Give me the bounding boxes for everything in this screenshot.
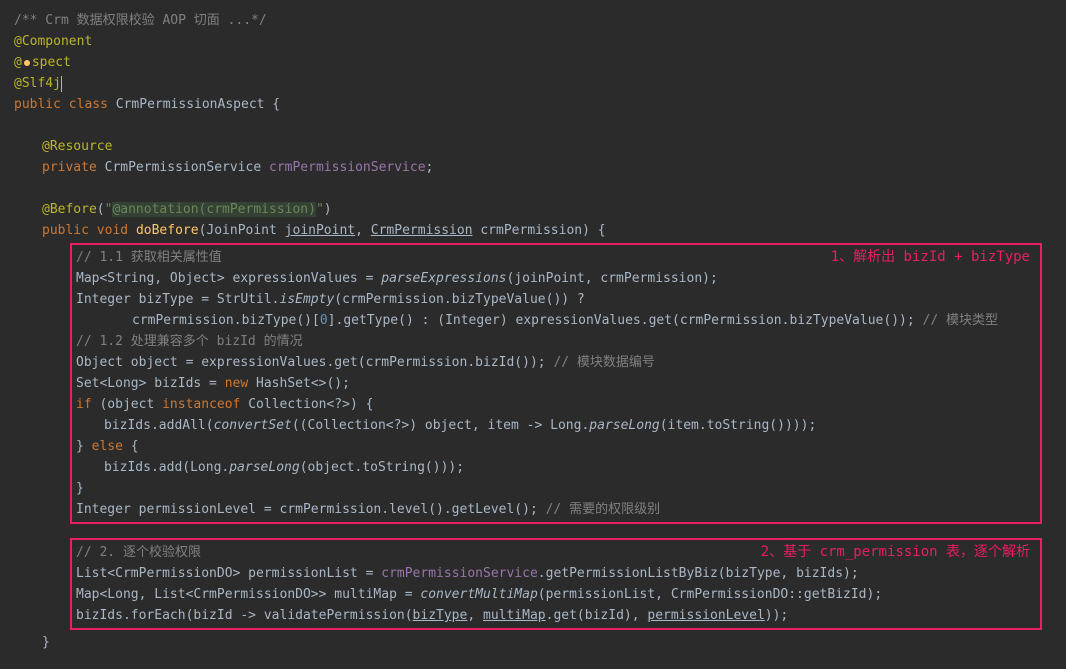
code-line: Set<Long> bizIds = new HashSet<>();: [76, 373, 1036, 394]
annotation-before: @Before("@annotation(crmPermission)"): [14, 199, 1052, 220]
annotation-slf4j: @Slf4j: [14, 73, 1052, 94]
code-line: Object object = expressionValues.get(crm…: [76, 352, 1036, 373]
annotation-box-1: 1、解析出 bizId + bizType // 1.1 获取相关属性值 Map…: [70, 243, 1042, 524]
code-line: crmPermission.bizType()[0].getType() : (…: [76, 310, 1036, 331]
comment-line: // 1.2 处理兼容多个 bizId 的情况: [76, 331, 1036, 352]
close-brace: }: [14, 632, 1052, 653]
doc-comment: /** Crm 数据权限校验 AOP 切面 ...*/: [14, 10, 1052, 31]
field-declaration: private CrmPermissionService crmPermissi…: [14, 157, 1052, 178]
caret-marker: [24, 60, 30, 66]
code-line: }: [76, 478, 1036, 499]
annotation-resource: @Resource: [14, 136, 1052, 157]
code-line: bizIds.forEach(bizId -> validatePermissi…: [76, 605, 1036, 626]
code-editor[interactable]: /** Crm 数据权限校验 AOP 切面 ...*/ @Component @…: [0, 0, 1066, 663]
annotation-box-2: 2、基于 crm_permission 表，逐个解析 // 2. 逐个校验权限 …: [70, 538, 1042, 630]
code-line: Integer bizType = StrUtil.isEmpty(crmPer…: [76, 289, 1036, 310]
annotation-aspect: @spect: [14, 52, 1052, 73]
code-line: bizIds.addAll(convertSet((Collection<?>)…: [76, 415, 1036, 436]
code-line: Integer permissionLevel = crmPermission.…: [76, 499, 1036, 520]
method-signature: public void doBefore(JoinPoint joinPoint…: [14, 220, 1052, 241]
code-line: Map<Long, List<CrmPermissionDO>> multiMa…: [76, 584, 1036, 605]
class-declaration: public class CrmPermissionAspect {: [14, 94, 1052, 115]
code-line: Map<String, Object> expressionValues = p…: [76, 268, 1036, 289]
box2-label: 2、基于 crm_permission 表，逐个解析: [761, 542, 1030, 563]
code-line: if (object instanceof Collection<?>) {: [76, 394, 1036, 415]
code-line: bizIds.add(Long.parseLong(object.toStrin…: [76, 457, 1036, 478]
code-line: } else {: [76, 436, 1036, 457]
code-line: List<CrmPermissionDO> permissionList = c…: [76, 563, 1036, 584]
box1-label: 1、解析出 bizId + bizType: [831, 247, 1030, 268]
annotation-component: @Component: [14, 31, 1052, 52]
